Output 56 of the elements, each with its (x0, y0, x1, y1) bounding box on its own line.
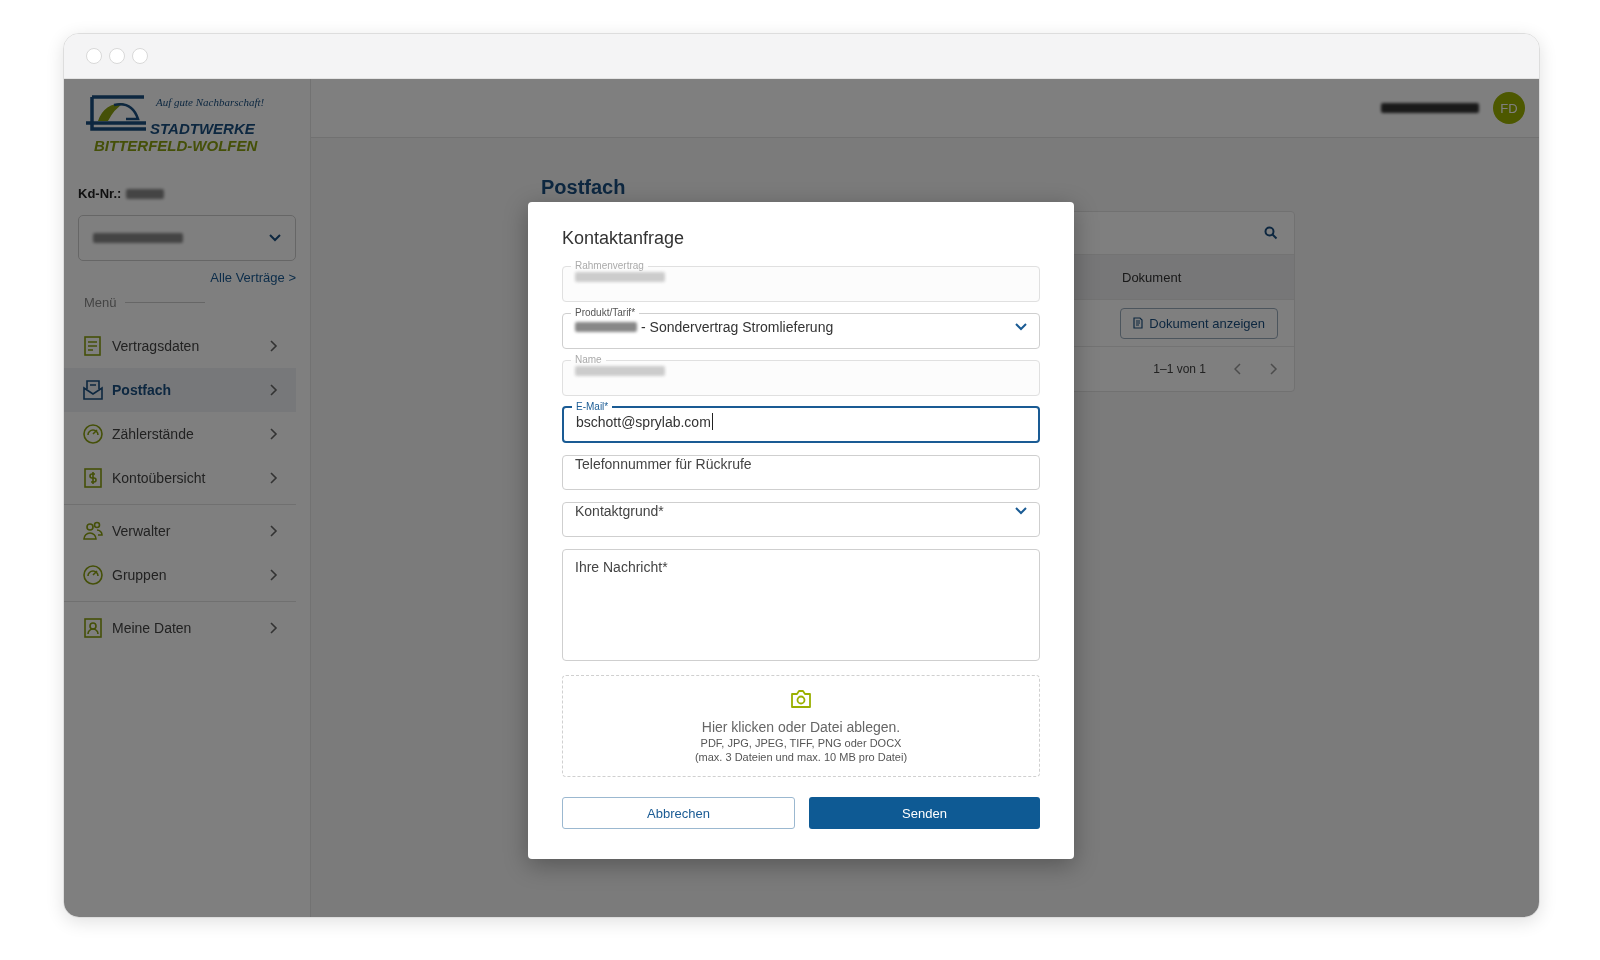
sidebar-item[interactable]: Kontoübersicht (64, 456, 296, 500)
mail-icon (82, 379, 104, 401)
sidebar-item[interactable]: Verwalter (64, 509, 296, 553)
logo-text: BITTERFELD-WOLFEN (94, 137, 258, 154)
window-control[interactable] (86, 48, 102, 64)
gauge-icon (82, 423, 104, 445)
customer-number-label: Kd-Nr.: (78, 186, 122, 201)
all-contracts-link[interactable]: Alle Verträge > (210, 270, 296, 285)
menu-heading: Menü (84, 295, 117, 310)
chevron-right-icon (270, 569, 278, 581)
next-page-icon[interactable] (1270, 363, 1278, 375)
pagination-text: 1–1 von 1 (1153, 362, 1206, 376)
select-field[interactable]: Produkt/Tarif* - Sondervertrag Stromlieferung (562, 307, 1040, 349)
file-drop-zone[interactable]: Hier klicken oder Datei ablegen. PDF, JPG, JPEG, TIFF, PNG oder DOCX (max. 3 Dateien und max. 10 MB pro Datei) (562, 675, 1040, 777)
sidebar-item[interactable]: Zählerstände (64, 412, 296, 456)
upload-formats: PDF, JPG, JPEG, TIFF, PNG oder DOCX (700, 737, 902, 749)
previous-page-icon[interactable] (1234, 363, 1242, 375)
page-title: Postfach (541, 176, 627, 199)
people-icon (82, 520, 104, 542)
sidebar-item[interactable]: Gruppen (64, 553, 296, 597)
show-document-button[interactable]: Dokument anzeigen (1120, 307, 1278, 339)
chevron-right-icon (270, 384, 278, 396)
chevron-right-icon (270, 472, 278, 484)
logo-tagline: Auf gute Nachbarschaft! (156, 96, 265, 108)
text-cursor (711, 413, 713, 430)
camera-icon (790, 689, 812, 709)
cancel-button[interactable]: Abbrechen (562, 797, 795, 829)
chevron-down-icon (1015, 323, 1027, 331)
document-icon (82, 335, 104, 357)
dialog-title: Kontaktanfrage (562, 228, 686, 249)
chevron-down-icon (1015, 507, 1027, 515)
person-icon (82, 617, 104, 639)
sidebar-item[interactable]: Vertragsdaten (64, 324, 296, 368)
logo-text: STADTWERKE (150, 120, 255, 137)
select-field[interactable]: Kontaktgrund* (562, 502, 1040, 537)
chevron-right-icon (270, 428, 278, 440)
chevron-down-icon (269, 234, 281, 242)
document-icon (1133, 317, 1144, 329)
chevron-right-icon (270, 622, 278, 634)
upload-limits: (max. 3 Dateien und max. 10 MB pro Datei) (694, 751, 908, 763)
input-field[interactable]: E-Mail* bschott@sprylab.com (562, 401, 1040, 443)
column-header: Dokument (1122, 269, 1182, 285)
money-icon (82, 467, 104, 489)
input-field[interactable]: Telefonnummer für Rückrufe (562, 455, 1040, 490)
send-button[interactable]: Senden (809, 797, 1040, 829)
window-control[interactable] (132, 48, 148, 64)
window-control[interactable] (109, 48, 125, 64)
message-field[interactable]: Ihre Nachricht* (562, 549, 1040, 661)
chevron-right-icon (270, 525, 278, 537)
sidebar-item[interactable]: Meine Daten (64, 606, 296, 650)
gauge-icon (82, 564, 104, 586)
sidebar-item[interactable]: Postfach (64, 368, 296, 412)
contract-select[interactable] (78, 215, 296, 261)
search-icon[interactable] (1264, 226, 1278, 240)
upload-hint: Hier klicken oder Datei ablegen. (701, 719, 901, 735)
chevron-right-icon (270, 340, 278, 352)
